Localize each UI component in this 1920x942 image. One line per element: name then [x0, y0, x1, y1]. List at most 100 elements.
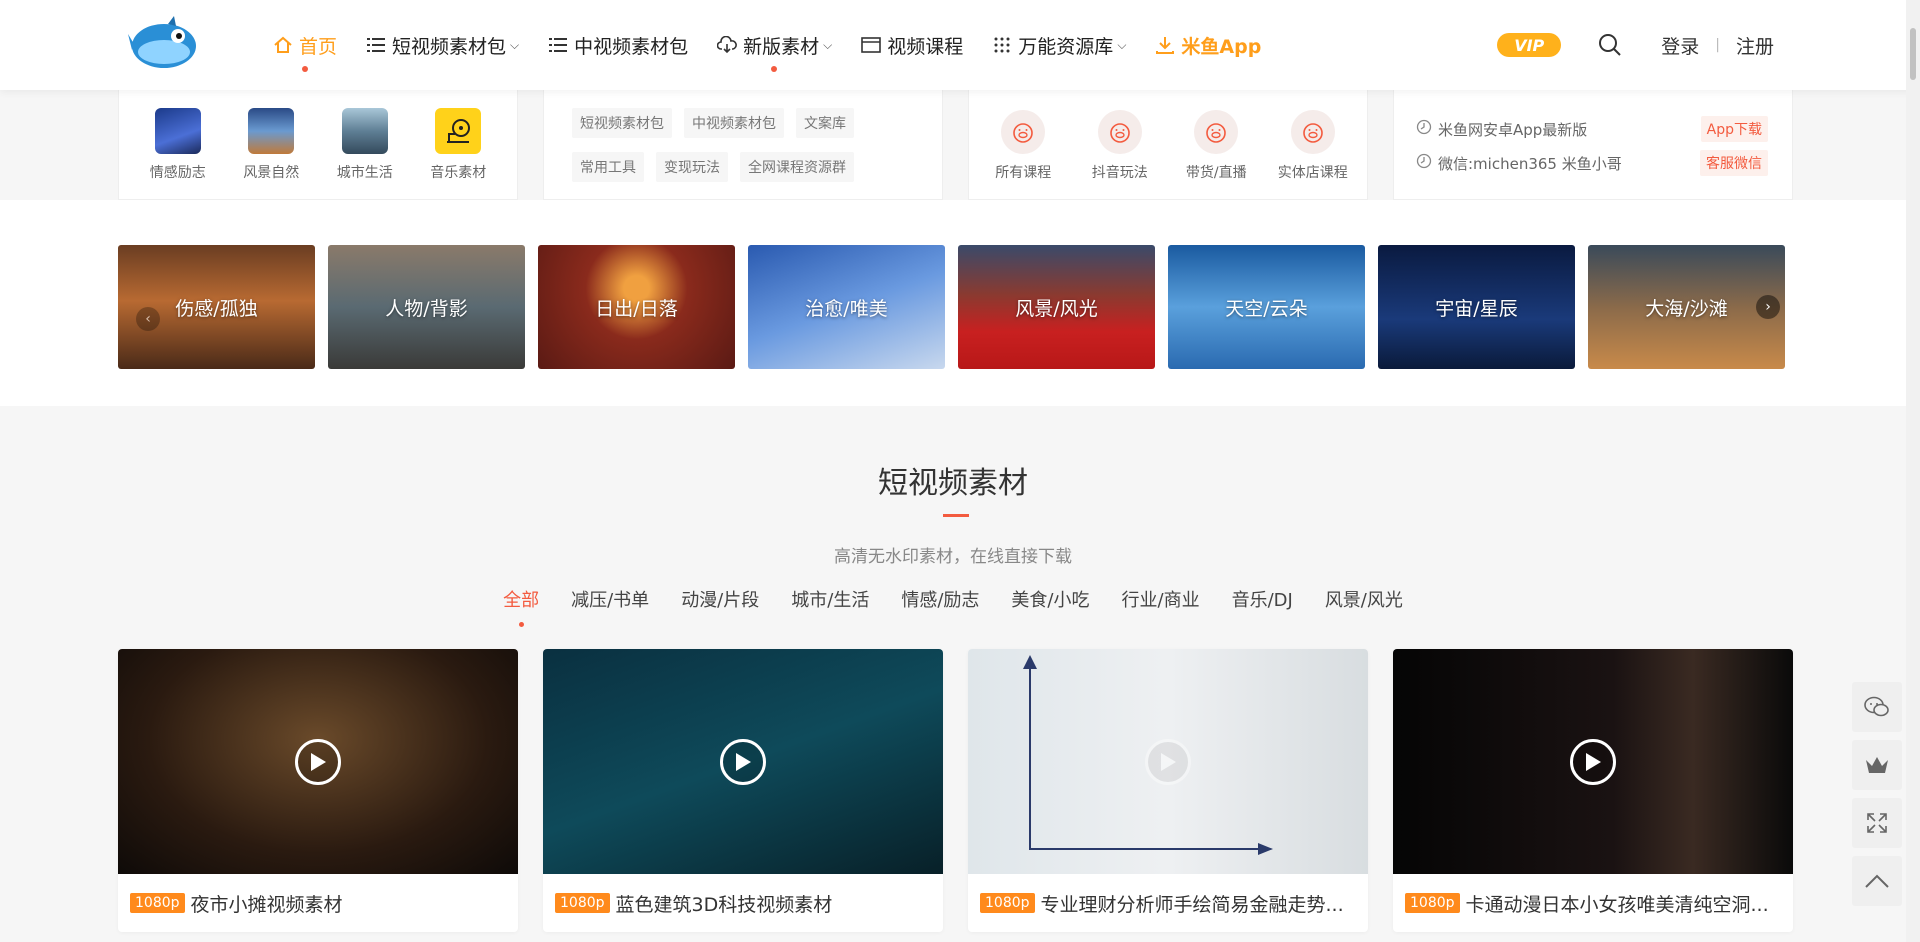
tag-copywriting[interactable]: 文案库 [796, 108, 854, 138]
nav-resource-library[interactable]: 万能资源库 ⌵ [977, 0, 1140, 90]
carousel-slide[interactable]: 人物/背影 [328, 245, 525, 369]
slide-caption: 风景/风光 [1015, 297, 1098, 320]
tag-mid-video-pack[interactable]: 中视频素材包 [684, 108, 784, 138]
register-link[interactable]: 注册 [1736, 32, 1774, 59]
tag-course-group[interactable]: 全网课程资源群 [740, 152, 854, 182]
grid-icon [991, 34, 1013, 56]
login-link[interactable]: 登录 [1661, 32, 1699, 59]
nav-new-material[interactable]: 新版素材 ⌵ [702, 0, 846, 90]
category-thumb [341, 108, 388, 154]
filter-city[interactable]: 城市/生活 [791, 586, 869, 612]
filter-label: 全部 [503, 590, 540, 611]
header-actions: VIP 登录 | 注册 [1497, 0, 1774, 90]
new-indicator-dot [771, 66, 778, 72]
fullscreen-icon[interactable] [1852, 798, 1902, 848]
video-card[interactable]: 1080p 夜市小摊视频素材 [118, 649, 518, 932]
filter-music[interactable]: 音乐/DJ [1232, 586, 1293, 612]
category-thumb [435, 108, 482, 154]
play-icon[interactable] [1570, 738, 1616, 785]
video-title[interactable]: 夜市小摊视频素材 [191, 890, 343, 917]
play-icon[interactable] [1145, 738, 1191, 785]
category-thumb [248, 108, 295, 154]
nav-resource-library-label: 万能资源库 [1018, 35, 1114, 58]
carousel-slide[interactable]: 风景/风光 [958, 245, 1155, 369]
category-music[interactable]: 音乐素材 [418, 108, 498, 182]
category-emotion[interactable]: 情感励志 [138, 108, 218, 182]
pig-face-icon [1290, 110, 1335, 154]
section-title: 短视频素材 [878, 466, 1028, 501]
video-thumbnail [968, 649, 1368, 874]
filter-emotion[interactable]: 情感/励志 [901, 586, 979, 612]
video-title[interactable]: 蓝色建筑3D科技视频素材 [616, 890, 833, 917]
nav-mid-video-pack[interactable]: 中视频素材包 [533, 0, 702, 90]
tag-common-tools[interactable]: 常用工具 [572, 152, 644, 182]
carousel-prev-button[interactable]: ‹ [136, 307, 160, 331]
category-label: 音乐素材 [430, 165, 487, 181]
video-thumbnail [1393, 649, 1793, 874]
resolution-badge: 1080p [1405, 893, 1460, 913]
slide-caption: 大海/沙滩 [1645, 297, 1728, 320]
tag-short-video-pack[interactable]: 短视频素材包 [572, 108, 672, 138]
title-underline [943, 514, 969, 517]
filter-decompress[interactable]: 减压/书单 [571, 586, 649, 612]
course-label: 抖音玩法 [1091, 165, 1148, 181]
nav-home[interactable]: 首页 [258, 0, 351, 90]
crown-icon[interactable] [1852, 740, 1902, 790]
resolution-badge: 1080p [130, 893, 185, 913]
play-icon[interactable] [720, 738, 766, 785]
search-icon[interactable] [1597, 32, 1623, 58]
filter-tabs: 全部 减压/书单 动漫/片段 城市/生活 情感/励志 美食/小吃 行业/商业 音… [0, 586, 1906, 627]
category-label: 风景自然 [243, 165, 300, 181]
video-card[interactable]: 1080p 专业理财分析师手绘简易金融走势... [968, 649, 1368, 932]
video-card-grid: 1080p 夜市小摊视频素材 1080p 蓝色建筑3D科技视频素材 1080p … [118, 649, 1793, 932]
video-title[interactable]: 卡通动漫日本小女孩唯美清纯空洞... [1466, 890, 1769, 917]
nav-video-course[interactable]: 视频课程 [846, 0, 977, 90]
play-icon[interactable] [295, 738, 341, 785]
vip-badge[interactable]: VIP [1497, 33, 1562, 57]
download-icon [1154, 34, 1176, 56]
nav-app-download[interactable]: 米鱼App [1140, 0, 1275, 90]
tag-box: 短视频素材包 中视频素材包 文案库 常用工具 变现玩法 全网课程资源群 [543, 90, 943, 200]
carousel-slide[interactable]: 天空/云朵 [1168, 245, 1365, 369]
app-download-button[interactable]: App下载 [1700, 116, 1768, 142]
course-label: 实体店课程 [1277, 165, 1348, 181]
pig-face-icon [1001, 110, 1046, 154]
filter-business[interactable]: 行业/商业 [1122, 586, 1200, 612]
filter-food[interactable]: 美食/小吃 [1011, 586, 1089, 612]
course-douyin[interactable]: 抖音玩法 [1075, 110, 1165, 182]
list-icon [365, 34, 387, 56]
category-city[interactable]: 城市生活 [325, 108, 405, 182]
section-subtitle: 高清无水印素材，在线直接下载 [834, 547, 1072, 567]
cloud-icon [716, 34, 738, 56]
service-wechat-button[interactable]: 客服微信 [1700, 150, 1768, 176]
course-live[interactable]: 带货/直播 [1171, 110, 1261, 182]
category-scenery[interactable]: 风景自然 [231, 108, 311, 182]
window-icon [860, 34, 882, 56]
course-store[interactable]: 实体店课程 [1268, 110, 1358, 182]
slide-caption: 伤感/孤独 [175, 297, 258, 320]
page-scrollbar[interactable] [1906, 0, 1920, 942]
video-title[interactable]: 专业理财分析师手绘简易金融走势... [1041, 890, 1344, 917]
filter-all[interactable]: 全部 [503, 586, 540, 627]
filter-scenery[interactable]: 风景/风光 [1325, 586, 1403, 612]
nav-short-video-pack[interactable]: 短视频素材包 ⌵ [351, 0, 533, 90]
site-header: 首页 短视频素材包 ⌵ 中视频素材包 新版素材 ⌵ 视频课程 万能资源库 ⌵ 米… [0, 0, 1920, 90]
category-label: 城市生活 [336, 165, 393, 181]
carousel-slide[interactable]: 宇宙/星辰 [1378, 245, 1575, 369]
video-card[interactable]: 1080p 卡通动漫日本小女孩唯美清纯空洞... [1393, 649, 1793, 932]
video-card[interactable]: 1080p 蓝色建筑3D科技视频素材 [543, 649, 943, 932]
carousel-slide[interactable]: 治愈/唯美 [748, 245, 945, 369]
resolution-badge: 1080p [980, 893, 1035, 913]
scrollbar-thumb[interactable] [1910, 28, 1916, 80]
course-all[interactable]: 所有课程 [978, 110, 1068, 182]
tag-monetization[interactable]: 变现玩法 [656, 152, 728, 182]
back-to-top-icon[interactable] [1852, 856, 1902, 906]
carousel-next-button[interactable]: › [1756, 295, 1780, 319]
clock-icon [1416, 119, 1432, 139]
site-logo[interactable] [128, 14, 200, 72]
carousel-slide[interactable]: 日出/日落 [538, 245, 735, 369]
filter-anime[interactable]: 动漫/片段 [681, 586, 759, 612]
auth-separator: | [1715, 37, 1720, 53]
category-carousel: 伤感/孤独 人物/背影 日出/日落 治愈/唯美 风景/风光 天空/云朵 宇宙/星… [118, 245, 1793, 369]
wechat-icon[interactable] [1852, 682, 1902, 732]
